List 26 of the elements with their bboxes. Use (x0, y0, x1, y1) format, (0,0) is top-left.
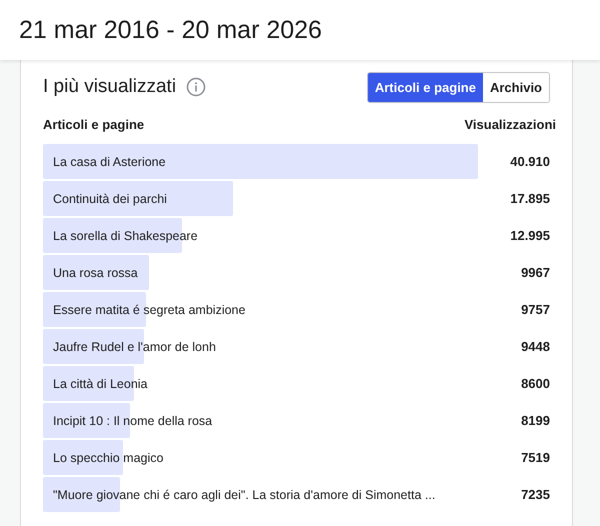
post-title[interactable]: La sorella di Shakespeare (43, 228, 198, 242)
view-count: 7235 (521, 487, 550, 502)
view-count: 17.895 (510, 191, 550, 206)
post-title[interactable]: "Muore giovane chi é caro agli dei". La storia d'amore di Simonetta ... (43, 488, 436, 502)
date-range: 21 mar 2016 - 20 mar 2026 (19, 16, 322, 44)
view-count: 8600 (521, 376, 550, 391)
post-title[interactable]: Incipit 10 : Il nome della rosa (43, 414, 212, 428)
view-count: 12.995 (510, 228, 550, 243)
column-header: Visualizzazioni (464, 117, 556, 132)
post-title[interactable]: Una rosa rossa (43, 266, 138, 280)
toggle-tab[interactable]: Articoli e pagine (368, 72, 483, 102)
post-title[interactable]: Essere matita é segreta ambizione (43, 302, 246, 316)
info-icon[interactable] (186, 77, 206, 97)
view-count: 9757 (521, 302, 550, 317)
view-count: 9967 (521, 265, 550, 280)
view-count: 8199 (521, 413, 550, 428)
view-count: 40.910 (510, 154, 550, 169)
column-header: Articoli e pagine (43, 117, 144, 132)
view-count: 7519 (521, 450, 550, 465)
post-title[interactable]: Continuità dei parchi (43, 192, 167, 206)
post-title[interactable]: Jaufre Rudel e l'amor de lonh (43, 340, 216, 354)
view-count: 9448 (521, 339, 550, 354)
post-title[interactable]: La città di Leonia (43, 376, 148, 390)
panel-title: I più visualizzati (43, 76, 176, 98)
post-title[interactable]: La casa di Asterione (43, 154, 166, 168)
post-title[interactable]: Lo specchio magico (43, 450, 164, 464)
